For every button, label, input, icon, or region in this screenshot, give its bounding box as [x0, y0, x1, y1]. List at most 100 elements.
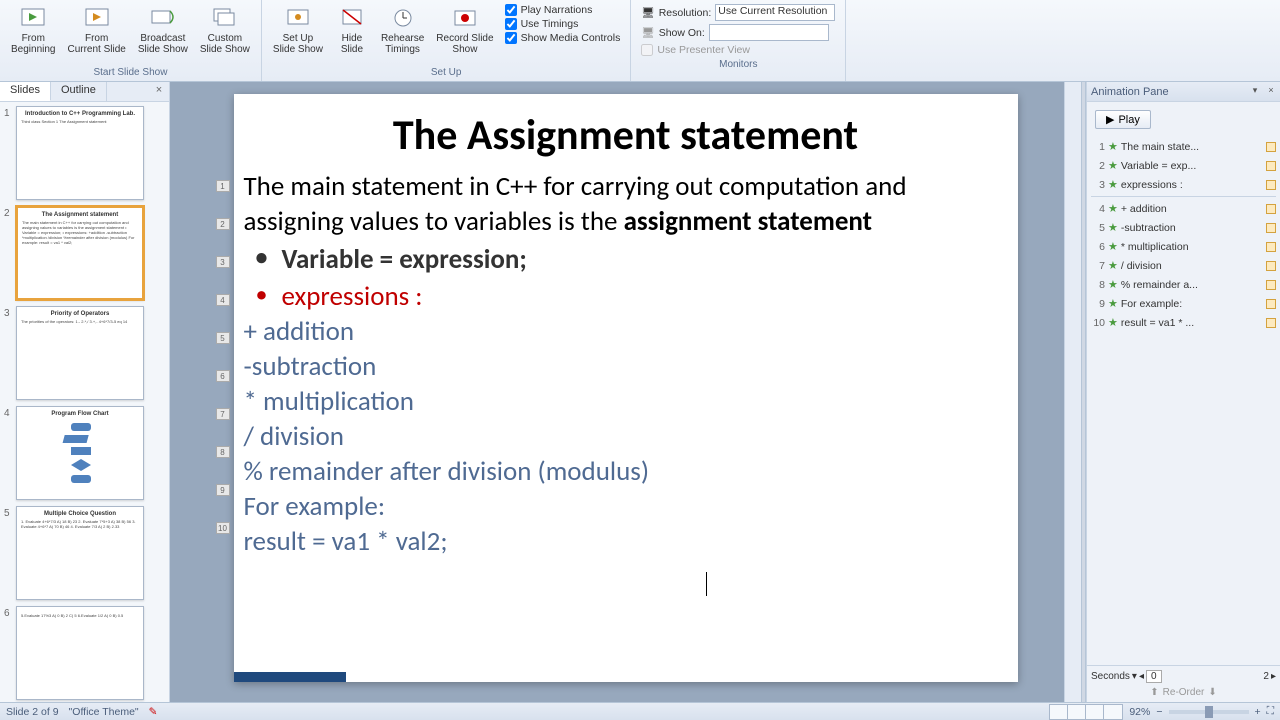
- animation-list[interactable]: 1★The main state...2★Variable = exp...3★…: [1087, 137, 1280, 665]
- thumb-number: 2: [4, 206, 16, 219]
- slide-line: / division: [244, 420, 1008, 453]
- slide-thumbnail[interactable]: The Assignment statementThe main stateme…: [16, 206, 144, 300]
- animation-item[interactable]: 1★The main state...: [1091, 137, 1276, 156]
- zoom-slider[interactable]: [1169, 710, 1249, 714]
- animation-item[interactable]: 7★/ division: [1091, 256, 1276, 275]
- timeline-prev[interactable]: ◂: [1139, 671, 1144, 682]
- animation-item[interactable]: 6★* multiplication: [1091, 237, 1276, 256]
- spellcheck-icon[interactable]: ✎: [149, 706, 158, 718]
- animation-item[interactable]: 9★For example:: [1091, 294, 1276, 313]
- animation-play-button[interactable]: ▶ Play: [1095, 110, 1151, 129]
- slide-line: % remainder after division (modulus): [244, 455, 1008, 488]
- slide-title[interactable]: The Assignment statement: [234, 110, 1018, 161]
- star-icon: ★: [1108, 297, 1118, 310]
- view-normal-button[interactable]: [1050, 705, 1068, 719]
- play-narrations-check[interactable]: Play Narrations: [505, 4, 621, 16]
- custom-show-button[interactable]: Custom Slide Show: [195, 2, 255, 58]
- star-icon: ★: [1108, 178, 1118, 191]
- ribbon-group-monitors: 🖥 Resolution: Use Current Resolution 🖥 S…: [631, 0, 846, 81]
- slide-thumbnail[interactable]: Program Flow Chart: [16, 406, 144, 500]
- animation-marker[interactable]: 2: [216, 218, 230, 230]
- animation-marker[interactable]: 1: [216, 180, 230, 192]
- reorder-down-icon[interactable]: ⬇: [1208, 687, 1216, 698]
- timeline-start: 0: [1146, 670, 1162, 683]
- animation-marker[interactable]: 9: [216, 484, 230, 496]
- show-media-check[interactable]: Show Media Controls: [505, 32, 621, 44]
- group-label-start: Start Slide Show: [6, 66, 255, 79]
- view-sorter-button[interactable]: [1068, 705, 1086, 719]
- pane-dropdown-icon[interactable]: ▾: [1248, 85, 1262, 99]
- timing-box: [1266, 180, 1276, 190]
- hide-slide-button[interactable]: Hide Slide: [330, 2, 374, 58]
- animation-markers: 1 2 3 4 5 6 7 8 9 10: [216, 180, 230, 534]
- animation-item[interactable]: 5★-subtraction: [1091, 218, 1276, 237]
- fit-to-window-button[interactable]: ⛶: [1267, 705, 1274, 718]
- animation-marker[interactable]: 8: [216, 446, 230, 458]
- slide-bullet: expressions :: [244, 280, 1008, 313]
- play-icon: ▶: [1106, 113, 1114, 126]
- rehearse-icon: [389, 5, 417, 31]
- timeline-next[interactable]: ▸: [1271, 671, 1276, 682]
- animation-item[interactable]: 10★result = va1 * ...: [1091, 313, 1276, 332]
- slide-thumbnail[interactable]: 5.Evaluate 17%3 A) 0 B) 2 C) 5 6.Evaluat…: [16, 606, 144, 700]
- reorder-label: Re-Order: [1163, 687, 1205, 698]
- record-button[interactable]: Record Slide Show: [431, 2, 498, 58]
- zoom-in-button[interactable]: +: [1255, 706, 1261, 718]
- use-timings-check[interactable]: Use Timings: [505, 18, 621, 30]
- animation-item[interactable]: 3★expressions :: [1091, 175, 1276, 194]
- slide-body[interactable]: The main statement in C++ for carrying o…: [234, 161, 1018, 566]
- animation-item[interactable]: 4★+ addition: [1091, 199, 1276, 218]
- animation-marker[interactable]: 3: [216, 256, 230, 268]
- broadcast-icon: [149, 5, 177, 31]
- slides-panel-close[interactable]: ×: [152, 84, 166, 98]
- from-beginning-button[interactable]: From Beginning: [6, 2, 60, 58]
- slide-thumbnail[interactable]: Priority of OperatorsThe priorities of t…: [16, 306, 144, 400]
- thumb-number: 5: [4, 506, 16, 519]
- setup-show-button[interactable]: Set Up Slide Show: [268, 2, 328, 58]
- ribbon-group-start: From Beginning From Current Slide Broadc…: [0, 0, 262, 81]
- animation-marker[interactable]: 10: [216, 522, 230, 534]
- animation-pane: Animation Pane ▾ × ▶ Play 1★The main sta…: [1086, 82, 1280, 702]
- view-slideshow-button[interactable]: [1104, 705, 1122, 719]
- slide-paragraph: The main statement in C++ for carrying o…: [244, 169, 1008, 239]
- animation-marker[interactable]: 5: [216, 332, 230, 344]
- star-icon: ★: [1108, 259, 1118, 272]
- slides-panel: Slides Outline × 1Introduction to C++ Pr…: [0, 82, 170, 702]
- from-current-button[interactable]: From Current Slide: [62, 2, 130, 58]
- slide-canvas[interactable]: 12345678910 The Assignment statement The…: [234, 94, 1018, 682]
- animation-item[interactable]: 2★Variable = exp...: [1091, 156, 1276, 175]
- view-reading-button[interactable]: [1086, 705, 1104, 719]
- pane-close-icon[interactable]: ×: [1264, 85, 1278, 99]
- slide-thumbnail[interactable]: Multiple Choice Question1. Evaluate 4+6*…: [16, 506, 144, 600]
- animation-item[interactable]: 8★% remainder a...: [1091, 275, 1276, 294]
- view-buttons: [1049, 704, 1123, 720]
- play-from-current-icon: [83, 5, 111, 31]
- star-icon: ★: [1108, 278, 1118, 291]
- resolution-select[interactable]: Use Current Resolution: [715, 4, 835, 21]
- timeline-end: 2: [1263, 671, 1269, 682]
- reorder-up-icon[interactable]: ⬆: [1150, 687, 1158, 698]
- thumbs-list[interactable]: 1Introduction to C++ Programming Lab.Thi…: [0, 102, 169, 702]
- group-label-monitors: Monitors: [637, 58, 839, 71]
- broadcast-button[interactable]: Broadcast Slide Show: [133, 2, 193, 58]
- star-icon: ★: [1108, 159, 1118, 172]
- ribbon: From Beginning From Current Slide Broadc…: [0, 0, 1280, 82]
- tab-outline[interactable]: Outline: [51, 82, 107, 101]
- timing-box: [1266, 318, 1276, 328]
- slide-thumbnail[interactable]: Introduction to C++ Programming Lab.Thir…: [16, 106, 144, 200]
- zoom-label: 92%: [1129, 706, 1150, 718]
- monitor-mini-icon: 🖥: [641, 6, 654, 19]
- timeline-dropdown-icon[interactable]: ▾: [1132, 671, 1137, 682]
- animation-marker[interactable]: 7: [216, 408, 230, 420]
- animation-marker[interactable]: 6: [216, 370, 230, 382]
- status-slide-info: Slide 2 of 9: [6, 706, 59, 718]
- timing-box: [1266, 261, 1276, 271]
- ribbon-group-setup: Set Up Slide Show Hide Slide Rehearse Ti…: [262, 0, 631, 81]
- zoom-out-button[interactable]: −: [1156, 706, 1162, 718]
- setup-show-icon: [284, 5, 312, 31]
- rehearse-button[interactable]: Rehearse Timings: [376, 2, 429, 58]
- tab-slides[interactable]: Slides: [0, 82, 51, 101]
- editor-scrollbar[interactable]: [1064, 82, 1081, 702]
- slide-editor[interactable]: 1 2 3 4 5 6 7 8 9 10 The Assignment statement The…: [170, 82, 1081, 702]
- animation-marker[interactable]: 4: [216, 294, 230, 306]
